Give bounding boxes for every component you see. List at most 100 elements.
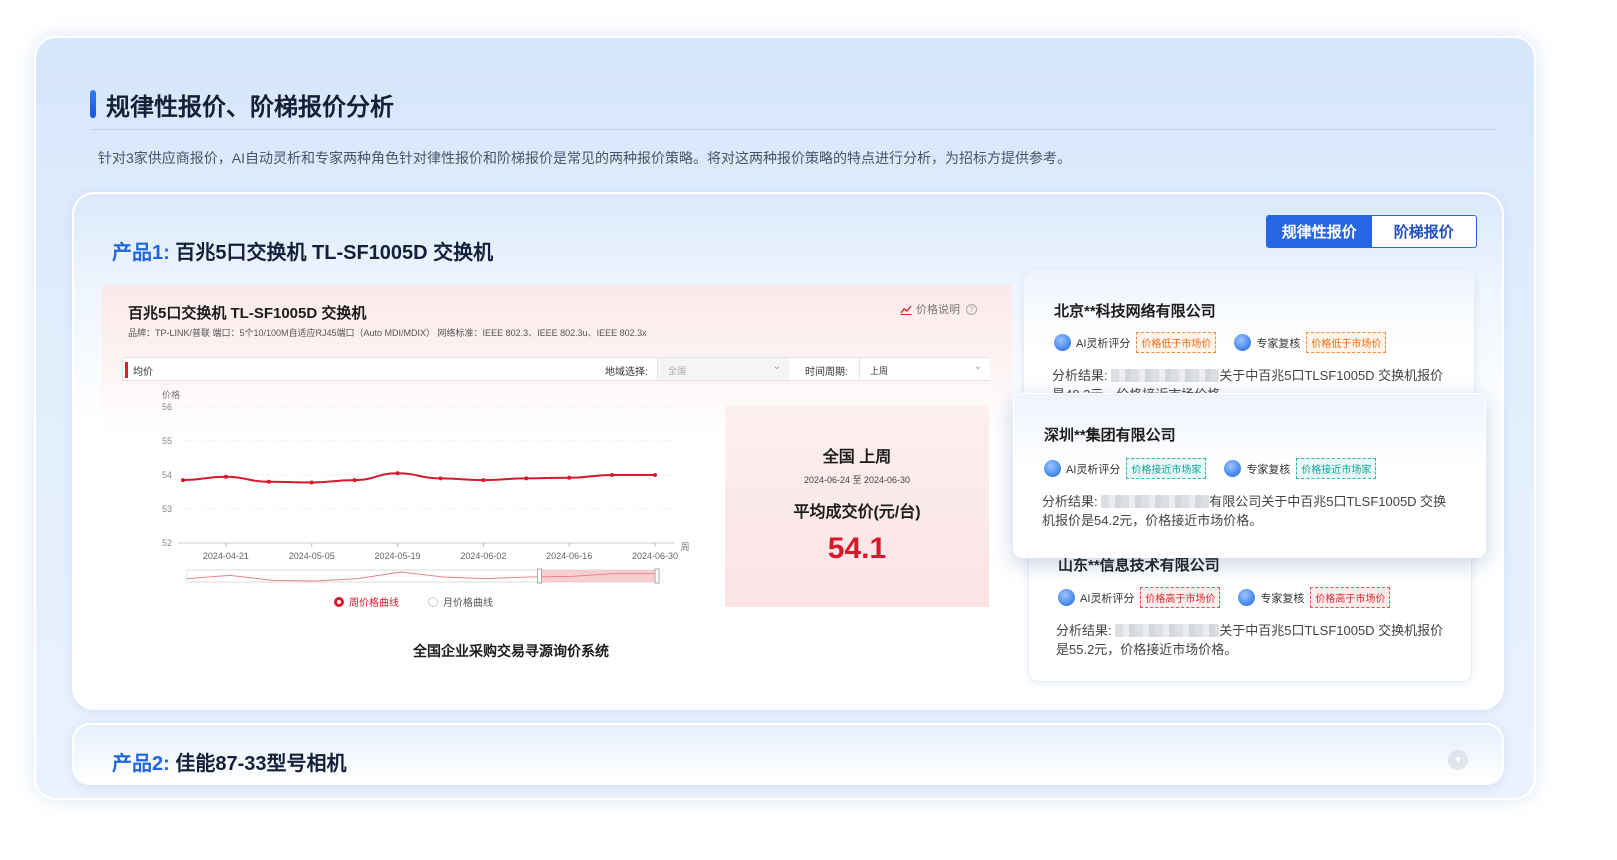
panel-specs: 品牌：TP-LINK/普联 端口：5个10/100M自适应RJ45端口（Auto… [128, 328, 647, 338]
vendor-3-ai-tag: 价格高于市场价 [1140, 587, 1221, 608]
data-point [524, 476, 529, 481]
vendor-1-name: 北京**科技网络有限公司 [1054, 303, 1216, 320]
period-select[interactable]: 上周 ⌄ [859, 358, 990, 380]
section-description: 针对3家供应商报价，AI自动灵析和专家两种角色针对律性报价和阶梯报价是常见的两种… [98, 150, 1072, 166]
x-axis-label: 周 [680, 542, 689, 552]
vendor-2-analysis-label: 分析结果: [1042, 494, 1098, 509]
vendor-3-expert-tag: 价格高于市场价 [1310, 587, 1391, 608]
region-select[interactable]: 全国 ⌄ [657, 358, 789, 380]
vendor-3-expert-label: 专家复核 [1260, 592, 1305, 605]
vendor-1-analysis-label: 分析结果: [1052, 368, 1108, 383]
y-tick-label: 54 [162, 470, 172, 480]
ai-avatar-icon [1044, 460, 1061, 477]
chevron-down-icon: ⌄ [772, 361, 781, 372]
x-tick-label: 2024-06-02 [460, 551, 506, 561]
x-tick-label: 2024-06-16 [546, 551, 592, 561]
data-point [395, 471, 400, 476]
x-tick-label: 2024-05-05 [289, 551, 335, 561]
data-point [223, 474, 228, 479]
tab-regular-quote[interactable]: 规律性报价 [1267, 216, 1372, 247]
summary-metric: 平均成交价(元/台) [793, 504, 921, 521]
data-point [610, 473, 615, 477]
expert-avatar-icon [1238, 589, 1256, 606]
vendor-1-expert-tag: 价格低于市场价 [1306, 332, 1387, 353]
product-2-label: 产品2: [112, 753, 170, 775]
vendor-3-ai-label: AI灵析评分 [1080, 592, 1135, 605]
chevron-down-icon: ⌄ [973, 361, 982, 372]
product-2-name: 佳能87-33型号相机 [175, 753, 347, 775]
data-point [653, 473, 657, 477]
price-help-link[interactable]: 价格说明 ? [900, 301, 977, 317]
vendor-3-analysis-label: 分析结果: [1056, 623, 1112, 638]
vendor-2-expert-label: 专家复核 [1246, 463, 1291, 476]
data-point [567, 475, 572, 480]
overview-handle-right [654, 568, 660, 584]
data-point [309, 480, 314, 485]
legend-weekly[interactable]: 周价格曲线 [334, 594, 399, 609]
vendor-2-name: 深圳**集团有限公司 [1044, 427, 1176, 444]
y-tick-label: 55 [162, 436, 172, 446]
x-tick-label: 2024-04-21 [203, 551, 249, 561]
section-title-text: 规律性报价、阶梯报价分析 [106, 93, 394, 121]
summary-range: 2024-06-24 至 2024-06-30 [803, 475, 911, 485]
period-label: 时间周期: [805, 367, 848, 378]
product-1-label: 产品1: [112, 242, 170, 264]
y-tick-label: 52 [162, 538, 172, 548]
ai-avatar-icon [1058, 589, 1075, 606]
product-2-title: 产品2: 佳能87-33型号相机 [112, 747, 347, 776]
section-divider [90, 129, 1495, 130]
legend-monthly[interactable]: 月价格曲线 [428, 594, 493, 609]
filter-bar: 均价 地域选择: 全国 ⌄ 时间周期: 上周 ⌄ [122, 357, 990, 381]
strategy-toggle: 规律性报价 阶梯报价 [1266, 215, 1477, 248]
legend-weekly-label: 周价格曲线 [349, 598, 399, 609]
summary-scope: 全国 上周 [822, 449, 892, 466]
expand-icon[interactable]: ▾ [1448, 750, 1468, 770]
vendor-3-badges: AI灵析评分 价格高于市场价 专家复核 价格高于市场价 [1058, 587, 1408, 608]
chart-icon [900, 305, 912, 315]
vendor-3-analysis: 分析结果: 关于中百兆5口TLSF1005D 交换机报价是55.2元，价格接近市… [1056, 621, 1456, 659]
y-tick-label: 53 [162, 504, 172, 514]
tab-tiered-quote[interactable]: 阶梯报价 [1372, 216, 1477, 247]
vendor-card-1[interactable]: 北京**科技网络有限公司 AI灵析评分 价格低于市场价 专家复核 价格低于市场价… [1023, 270, 1475, 410]
vendor-1-ai-label: AI灵析评分 [1076, 337, 1131, 350]
expert-avatar-icon [1234, 334, 1252, 351]
vendor-card-2[interactable]: 深圳**集团有限公司 AI灵析评分 价格接近市场家 专家复核 价格接近市场家 分… [1013, 393, 1486, 558]
product-1-name: 百兆5口交换机 TL-SF1005D 交换机 [175, 242, 494, 264]
price-line-chart: 价格 52 53 54 55 56 2024-04-21 2024-05-05 2024-05-… [162, 389, 690, 584]
vendor-1-badges: AI灵析评分 价格低于市场价 专家复核 价格低于市场价 [1054, 332, 1404, 353]
vendor-1-ai-tag: 价格低于市场价 [1136, 332, 1217, 353]
vendor-2-analysis: 分析结果: 有限公司关于中百兆5口TLSF1005D 交换机报价是54.2元，价… [1042, 492, 1452, 530]
overview-handle-left [537, 568, 542, 584]
metric-marker [125, 362, 128, 378]
x-tick-label: 2024-05-19 [375, 551, 421, 561]
vendor-2-badges: AI灵析评分 价格接近市场家 专家复核 价格接近市场家 [1044, 458, 1394, 479]
vendor-3-analysis-text: 关于中百兆5口TLSF1005D 交换机报价是55.2元，价格接近市场价格。 [1056, 623, 1444, 657]
data-point [481, 478, 486, 483]
legend-monthly-label: 月价格曲线 [443, 598, 493, 609]
period-value: 上周 [870, 366, 889, 376]
redacted-block [1111, 369, 1220, 382]
help-icon: ? [966, 303, 977, 315]
ai-avatar-icon [1054, 334, 1071, 351]
data-point [352, 478, 357, 483]
expert-avatar-icon [1224, 460, 1242, 477]
data-point [266, 479, 271, 484]
data-point [181, 478, 185, 483]
y-tick-label: 56 [162, 402, 172, 412]
panel-title: 百兆5口交换机 TL-SF1005D 交换机 [128, 305, 367, 322]
system-caption: 全国企业采购交易寻源询价系统 [413, 643, 609, 659]
vendor-2-ai-label: AI灵析评分 [1066, 463, 1121, 476]
overview-selection [539, 570, 657, 582]
region-value: 全国 [668, 366, 687, 376]
metric-label: 均价 [133, 367, 153, 378]
redacted-block [1115, 624, 1220, 637]
redacted-block [1101, 495, 1210, 508]
title-accent-bar [90, 90, 96, 118]
vendor-2-ai-tag: 价格接近市场家 [1126, 458, 1207, 479]
legend-weekly-marker [334, 596, 344, 607]
y-axis-label: 价格 [162, 389, 180, 400]
average-price-box: 全国 上周 2024-06-24 至 2024-06-30 平均成交价(元/台)… [725, 405, 989, 607]
region-label: 地域选择: [605, 367, 648, 378]
vendor-1-analysis: 分析结果: 关于中百兆5口TLSF1005D 交换机报价是48.2元，价格接近市… [1052, 366, 1452, 394]
section-title: 规律性报价、阶梯报价分析 [90, 88, 394, 121]
